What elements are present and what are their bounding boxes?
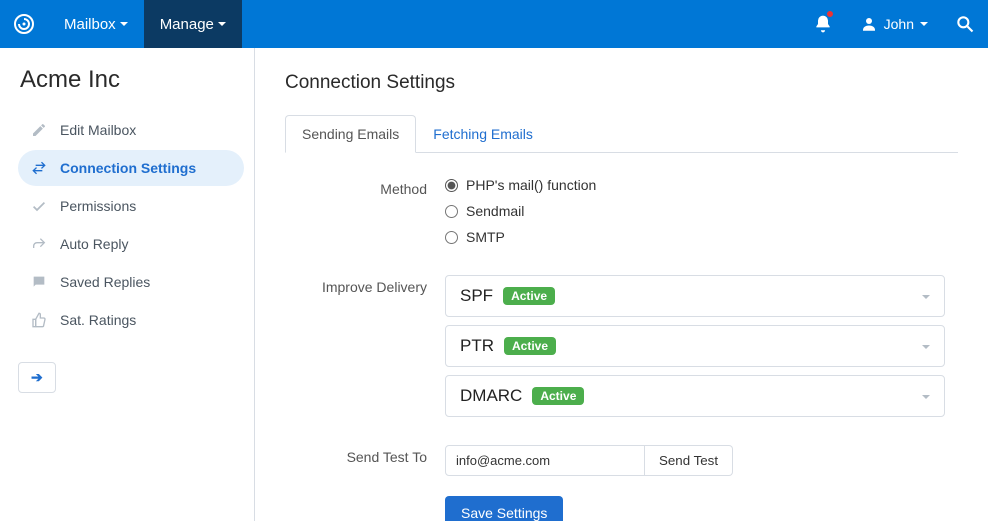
method-option-php-mail[interactable]: PHP's mail() function [445, 177, 945, 193]
search-icon [955, 14, 975, 34]
method-radio[interactable] [445, 231, 458, 244]
tabs: Sending Emails Fetching Emails [285, 114, 958, 153]
user-icon [860, 15, 878, 33]
tab-label: Sending Emails [302, 126, 399, 142]
thumbs-up-icon [30, 311, 48, 329]
search-button[interactable] [942, 0, 988, 48]
reply-icon [30, 235, 48, 253]
nav-manage[interactable]: Manage [144, 0, 242, 48]
org-name: Acme Inc [20, 66, 244, 94]
chevron-down-icon [922, 388, 930, 404]
method-option-label: PHP's mail() function [466, 177, 596, 193]
method-option-sendmail[interactable]: Sendmail [445, 203, 945, 219]
sidebar-next-button[interactable]: ➔ [18, 362, 56, 393]
send-test-input[interactable] [445, 445, 645, 476]
sidebar-item-label: Auto Reply [60, 236, 128, 252]
chevron-down-icon [922, 288, 930, 304]
delivery-name: SPF [460, 286, 493, 306]
exchange-icon [30, 159, 48, 177]
notification-dot-icon [826, 10, 834, 18]
nav-manage-label: Manage [160, 16, 214, 33]
caret-down-icon [120, 22, 128, 26]
sidebar-item-sat-ratings[interactable]: Sat. Ratings [18, 302, 244, 338]
tab-label: Fetching Emails [433, 126, 533, 142]
status-badge: Active [532, 387, 584, 405]
page-title: Connection Settings [285, 72, 958, 94]
check-icon [30, 197, 48, 215]
sidebar-item-permissions[interactable]: Permissions [18, 188, 244, 224]
tab-fetching-emails[interactable]: Fetching Emails [416, 115, 550, 153]
notifications-button[interactable] [800, 0, 846, 48]
send-test-button[interactable]: Send Test [645, 445, 733, 476]
save-settings-button[interactable]: Save Settings [445, 496, 563, 521]
chevron-down-icon [922, 338, 930, 354]
sidebar-item-edit-mailbox[interactable]: Edit Mailbox [18, 112, 244, 148]
sidebar-item-label: Connection Settings [60, 160, 196, 176]
improve-delivery-label: Improve Delivery [285, 275, 445, 425]
comment-icon [30, 273, 48, 291]
top-navbar: Mailbox Manage John [0, 0, 988, 48]
sidebar-item-label: Permissions [60, 198, 136, 214]
method-radio[interactable] [445, 205, 458, 218]
sidebar-item-auto-reply[interactable]: Auto Reply [18, 226, 244, 262]
status-badge: Active [504, 337, 556, 355]
status-badge: Active [503, 287, 555, 305]
sidebar-item-label: Saved Replies [60, 274, 150, 290]
caret-down-icon [920, 22, 928, 26]
method-option-smtp[interactable]: SMTP [445, 229, 945, 245]
delivery-name: PTR [460, 336, 494, 356]
delivery-item-dmarc[interactable]: DMARC Active [445, 375, 945, 417]
sidebar: Acme Inc Edit Mailbox Connection Setting… [0, 48, 255, 521]
delivery-item-ptr[interactable]: PTR Active [445, 325, 945, 367]
app-logo[interactable] [0, 0, 48, 48]
method-radio[interactable] [445, 179, 458, 192]
main-content: Connection Settings Sending Emails Fetch… [255, 48, 988, 521]
method-option-label: SMTP [466, 229, 505, 245]
nav-mailbox-label: Mailbox [64, 16, 116, 33]
user-menu[interactable]: John [846, 0, 942, 48]
sidebar-item-saved-replies[interactable]: Saved Replies [18, 264, 244, 300]
method-option-label: Sendmail [466, 203, 524, 219]
arrow-right-icon: ➔ [31, 369, 43, 385]
nav-mailbox[interactable]: Mailbox [48, 0, 144, 48]
sidebar-item-connection-settings[interactable]: Connection Settings [18, 150, 244, 186]
tab-sending-emails[interactable]: Sending Emails [285, 115, 416, 153]
send-test-label: Send Test To [285, 445, 445, 476]
user-name-label: John [884, 16, 914, 32]
sidebar-item-label: Edit Mailbox [60, 122, 136, 138]
method-label: Method [285, 177, 445, 255]
sidebar-item-label: Sat. Ratings [60, 312, 136, 328]
caret-down-icon [218, 22, 226, 26]
delivery-item-spf[interactable]: SPF Active [445, 275, 945, 317]
delivery-name: DMARC [460, 386, 522, 406]
pencil-icon [30, 121, 48, 139]
